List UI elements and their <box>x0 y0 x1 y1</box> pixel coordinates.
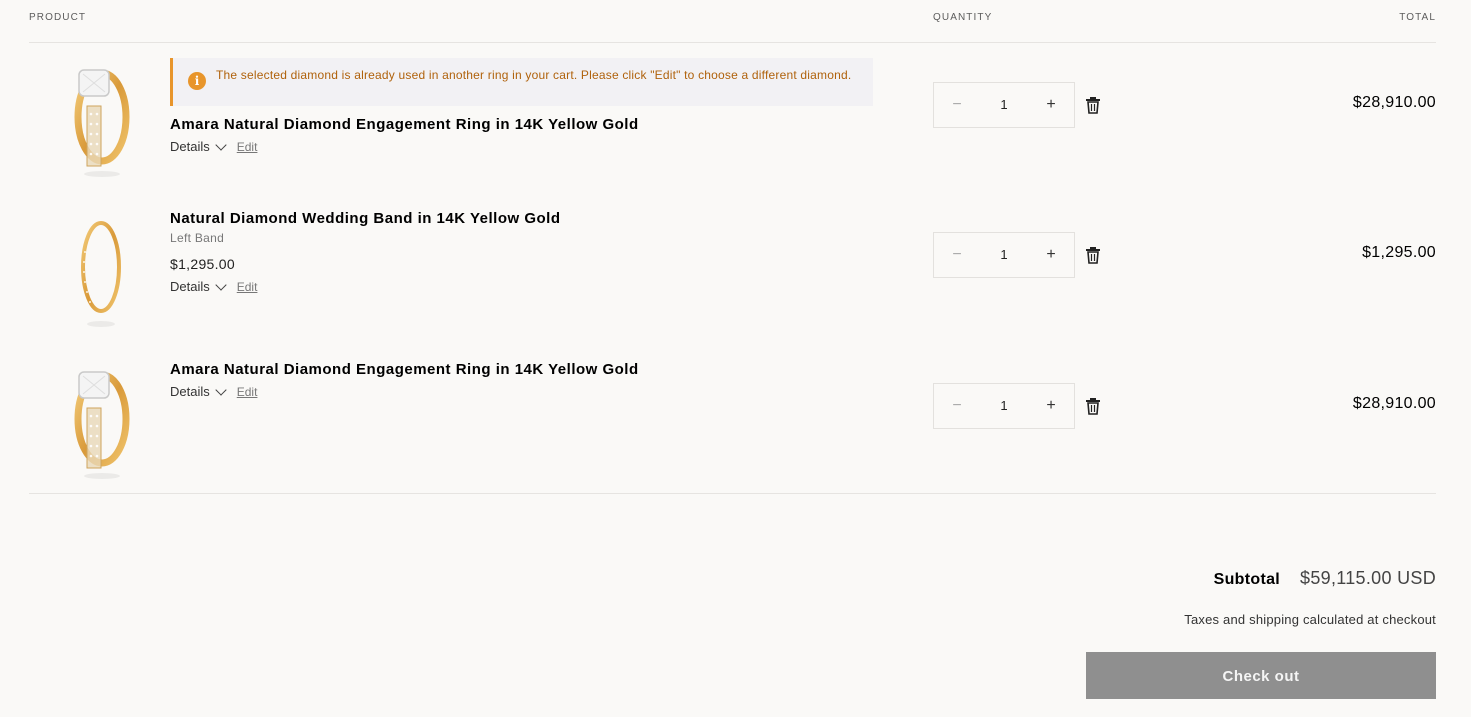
details-toggle[interactable]: Details <box>170 384 210 399</box>
details-toggle[interactable]: Details <box>170 139 210 154</box>
cart-table-header: PRODUCT QUANTITY TOTAL <box>29 0 1436 43</box>
engagement-ring-image[interactable] <box>57 364 143 484</box>
cart-item-row: Amara Natural Diamond Engagement Ring in… <box>29 342 1436 492</box>
product-title[interactable]: Natural Diamond Wedding Band in 14K Yell… <box>170 210 561 227</box>
details-toggle[interactable]: Details <box>170 279 210 294</box>
header-quantity: QUANTITY <box>933 12 993 23</box>
increase-quantity-button[interactable]: + <box>1042 246 1060 264</box>
header-product: PRODUCT <box>29 12 87 23</box>
quantity-value[interactable]: 1 <box>984 97 1024 112</box>
alert-message: The selected diamond is already used in … <box>216 68 852 82</box>
wedding-band-image[interactable] <box>57 212 143 332</box>
info-icon: i <box>188 72 206 90</box>
cart-divider <box>29 493 1436 494</box>
increase-quantity-button[interactable]: + <box>1042 397 1060 415</box>
chevron-down-icon[interactable] <box>215 383 227 396</box>
edit-link[interactable]: Edit <box>237 280 258 294</box>
product-title[interactable]: Amara Natural Diamond Engagement Ring in… <box>170 361 639 378</box>
subtotal: Subtotal $59,115.00 USD <box>1214 568 1436 589</box>
quantity-value[interactable]: 1 <box>984 247 1024 262</box>
line-total: $28,910.00 <box>1352 94 1436 111</box>
increase-quantity-button[interactable]: + <box>1042 96 1060 114</box>
edit-link[interactable]: Edit <box>237 385 258 399</box>
diamond-conflict-alert: i The selected diamond is already used i… <box>170 58 873 106</box>
unit-price: $1,295.00 <box>170 256 235 272</box>
item-details: Details Edit <box>170 138 258 154</box>
trash-icon[interactable] <box>1085 246 1101 264</box>
chevron-down-icon[interactable] <box>215 278 227 291</box>
trash-icon[interactable] <box>1085 96 1101 114</box>
quantity-stepper: − 1 + <box>933 82 1075 128</box>
tax-note: Taxes and shipping calculated at checkou… <box>1184 612 1436 627</box>
cart-item-row: i The selected diamond is already used i… <box>29 42 1436 192</box>
trash-icon[interactable] <box>1085 397 1101 415</box>
item-details: Details Edit <box>170 278 258 294</box>
cart-item-row: Natural Diamond Wedding Band in 14K Yell… <box>29 192 1436 342</box>
engagement-ring-image[interactable] <box>57 62 143 182</box>
quantity-value[interactable]: 1 <box>984 398 1024 413</box>
subtotal-label: Subtotal <box>1213 571 1281 588</box>
subtotal-value: $59,115.00 USD <box>1300 568 1436 588</box>
item-variant: Left Band <box>170 231 225 245</box>
edit-link[interactable]: Edit <box>237 140 258 154</box>
header-total: TOTAL <box>1399 12 1436 23</box>
quantity-stepper: − 1 + <box>933 383 1075 429</box>
product-title[interactable]: Amara Natural Diamond Engagement Ring in… <box>170 116 639 133</box>
decrease-quantity-button[interactable]: − <box>948 246 966 264</box>
cart-page: PRODUCT QUANTITY TOTAL i The selected di… <box>29 0 1436 717</box>
decrease-quantity-button[interactable]: − <box>948 96 966 114</box>
line-total: $28,910.00 <box>1352 395 1436 412</box>
quantity-stepper: − 1 + <box>933 232 1075 278</box>
chevron-down-icon[interactable] <box>215 138 227 151</box>
item-details: Details Edit <box>170 383 258 399</box>
decrease-quantity-button[interactable]: − <box>948 397 966 415</box>
checkout-button[interactable]: Check out <box>1086 652 1436 699</box>
line-total: $1,295.00 <box>1362 244 1436 261</box>
